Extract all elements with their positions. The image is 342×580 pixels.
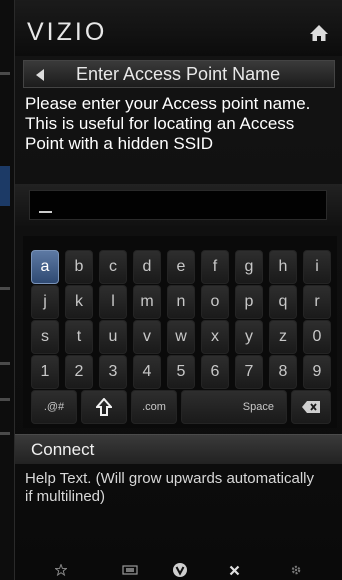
key-c[interactable]: c — [99, 250, 127, 284]
key-w[interactable]: w — [167, 320, 195, 354]
key-a[interactable]: a — [31, 250, 59, 284]
key-5[interactable]: 5 — [167, 355, 195, 389]
left-edge-strip — [0, 0, 14, 580]
key-k[interactable]: k — [65, 285, 93, 319]
key-1[interactable]: 1 — [31, 355, 59, 389]
connect-label: Connect — [31, 440, 95, 459]
vizio-logo: VIZIO — [27, 18, 108, 46]
key-z[interactable]: z — [269, 320, 297, 354]
backspace-icon — [302, 401, 320, 413]
on-screen-keyboard: a b c d e f g h i j k l m n o p q r s t … — [23, 236, 337, 428]
key-i[interactable]: i — [303, 250, 331, 284]
key-r[interactable]: r — [303, 285, 331, 319]
key-q[interactable]: q — [269, 285, 297, 319]
key-8[interactable]: 8 — [269, 355, 297, 389]
star-icon[interactable] — [53, 560, 69, 580]
home-icon[interactable] — [309, 24, 329, 42]
key-6[interactable]: 6 — [201, 355, 229, 389]
key-b[interactable]: b — [65, 250, 93, 284]
strip-divider — [0, 72, 10, 75]
key-2[interactable]: 2 — [65, 355, 93, 389]
key-g[interactable]: g — [235, 250, 263, 284]
key-9[interactable]: 9 — [303, 355, 331, 389]
screen-title: Enter Access Point Name — [76, 64, 281, 84]
key-4[interactable]: 4 — [133, 355, 161, 389]
keyboard-row: s t u v w x y z 0 — [23, 320, 337, 354]
shift-arrow-icon — [96, 398, 112, 416]
key-e[interactable]: e — [167, 250, 195, 284]
keyboard-row: j k l m n o p q r — [23, 285, 337, 319]
settings-panel: VIZIO Enter Access Point Name Please ent… — [14, 0, 342, 580]
gear-icon[interactable] — [289, 560, 303, 580]
key-t[interactable]: t — [65, 320, 93, 354]
strip-divider — [0, 287, 10, 290]
key-7[interactable]: 7 — [235, 355, 263, 389]
key-0[interactable]: 0 — [303, 320, 331, 354]
text-cursor — [39, 211, 52, 213]
key-f[interactable]: f — [201, 250, 229, 284]
key-n[interactable]: n — [167, 285, 195, 319]
screen-title-bar: Enter Access Point Name — [23, 60, 335, 88]
instruction-text: Please enter your Access point name. Thi… — [25, 94, 311, 153]
strip-divider — [0, 362, 10, 365]
key-s[interactable]: s — [31, 320, 59, 354]
help-text: Help Text. (Will grow upwards automatica… — [25, 470, 314, 505]
key-backspace[interactable] — [291, 390, 331, 424]
key-j[interactable]: j — [31, 285, 59, 319]
vizio-v-icon[interactable] — [171, 560, 189, 580]
key-p[interactable]: p — [235, 285, 263, 319]
key-m[interactable]: m — [133, 285, 161, 319]
keyboard-row: 1 2 3 4 5 6 7 8 9 — [23, 355, 337, 389]
access-point-name-input[interactable] — [29, 190, 327, 220]
strip-highlight — [0, 166, 10, 206]
connect-row[interactable]: Connect — [15, 434, 342, 464]
bottom-toolbar — [15, 560, 342, 580]
keyboard-row: a b c d e f g h i — [23, 250, 337, 284]
header-bar: VIZIO — [15, 0, 342, 56]
close-icon[interactable] — [227, 560, 241, 580]
key-x[interactable]: x — [201, 320, 229, 354]
key-symbols[interactable]: .@# — [31, 390, 77, 424]
strip-divider — [0, 398, 10, 401]
key-u[interactable]: u — [99, 320, 127, 354]
key-d[interactable]: d — [133, 250, 161, 284]
widget-screen-icon[interactable] — [121, 560, 139, 580]
key-v[interactable]: v — [133, 320, 161, 354]
key-l[interactable]: l — [99, 285, 127, 319]
key-y[interactable]: y — [235, 320, 263, 354]
key-h[interactable]: h — [269, 250, 297, 284]
key-space[interactable]: Space — [181, 390, 287, 424]
key-shift[interactable] — [81, 390, 127, 424]
strip-divider — [0, 432, 10, 435]
keyboard-special-row: .@# .com Space — [23, 390, 337, 424]
back-arrow-icon[interactable] — [36, 69, 44, 81]
key-dotcom[interactable]: .com — [131, 390, 177, 424]
key-o[interactable]: o — [201, 285, 229, 319]
key-3[interactable]: 3 — [99, 355, 127, 389]
